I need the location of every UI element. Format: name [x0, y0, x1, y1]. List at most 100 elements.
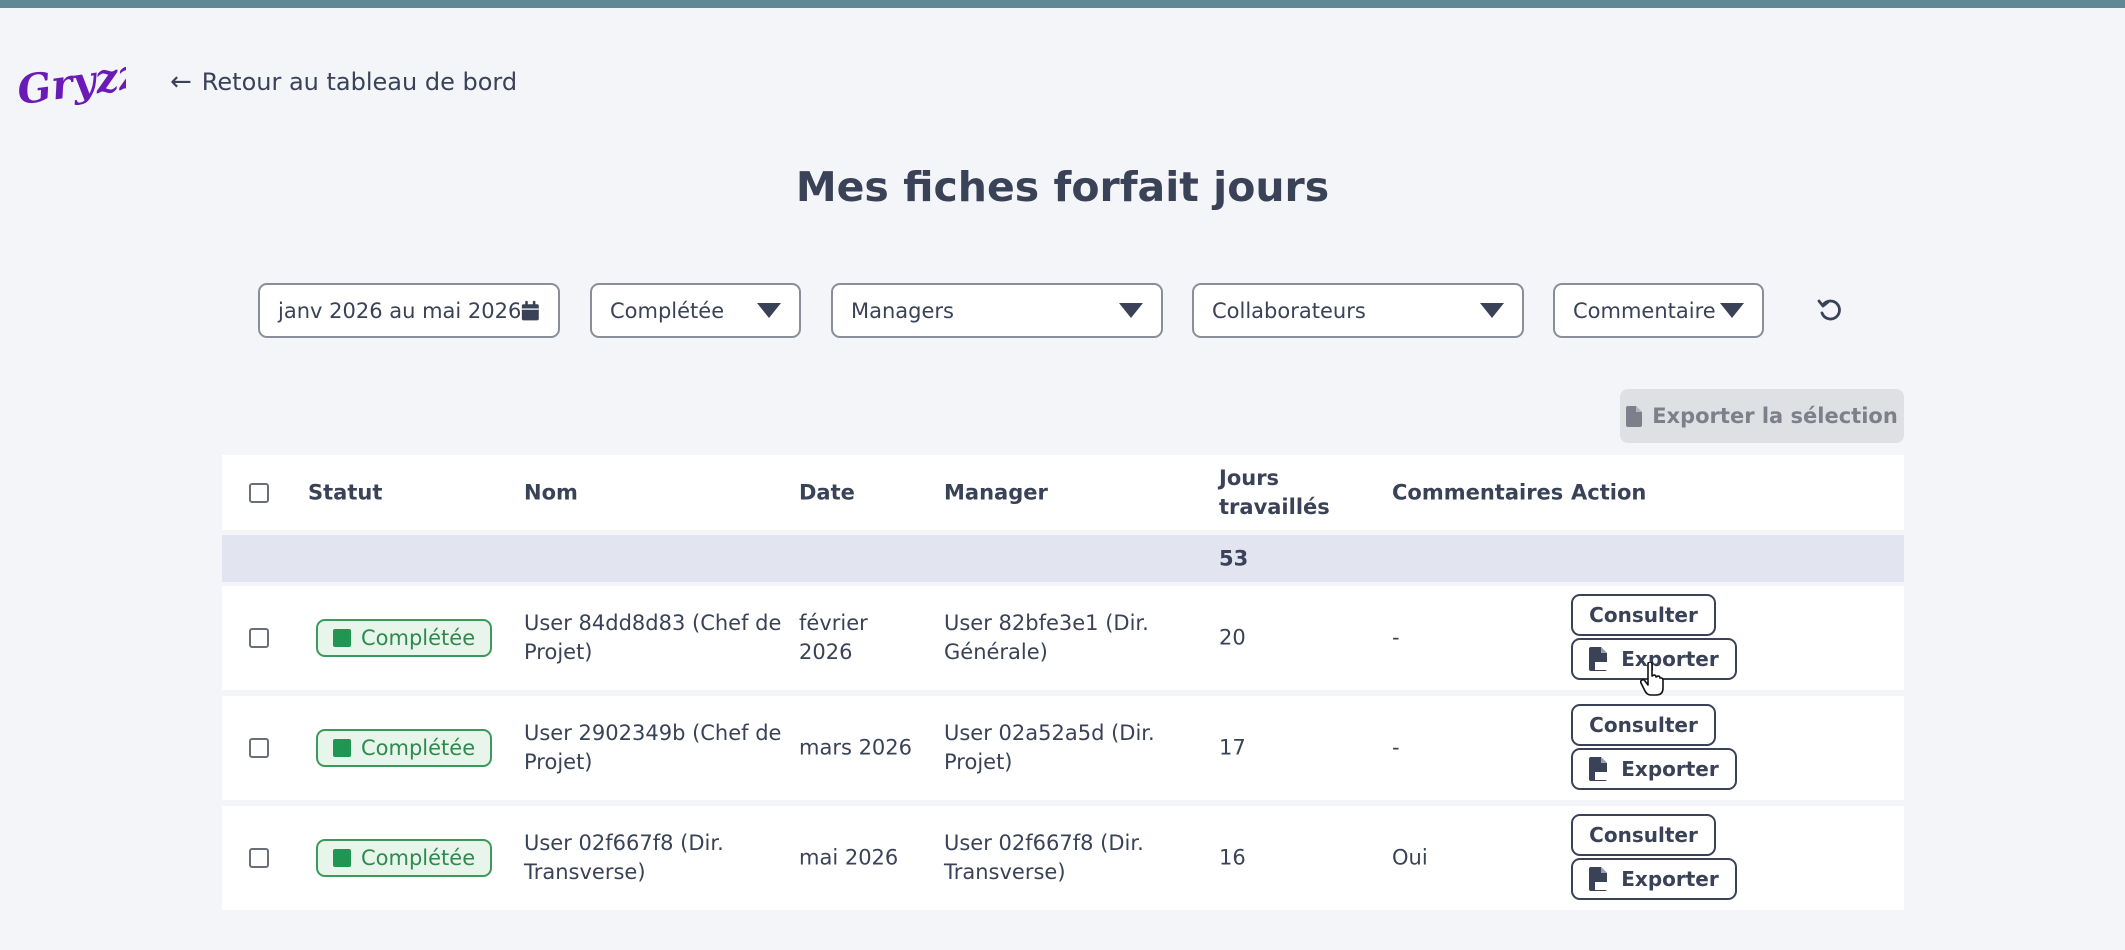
consult-label: Consulter — [1589, 603, 1698, 627]
row-days: 17 — [1219, 735, 1246, 760]
header-days-line2: travaillés — [1219, 494, 1330, 519]
header-status: Statut — [308, 480, 383, 504]
row-date-line1: mars 2026 — [799, 735, 913, 760]
managers-filter-select[interactable]: Managers — [831, 283, 1163, 338]
export-label: Exporter — [1621, 867, 1719, 891]
export-button[interactable]: Exporter — [1571, 858, 1737, 900]
status-badge-label: Complétée — [361, 626, 476, 650]
consult-button[interactable]: Consulter — [1571, 814, 1716, 856]
row-checkbox[interactable] — [249, 848, 269, 868]
row-days: 16 — [1219, 845, 1246, 870]
header-date: Date — [799, 480, 855, 504]
table-header-row: Statut Nom Date Manager Jours travaillés… — [222, 455, 1904, 530]
status-filter-value: Complétée — [610, 298, 725, 323]
file-icon — [1626, 405, 1643, 427]
status-filter-select[interactable]: Complétée — [590, 283, 801, 338]
header-name: Nom — [524, 480, 578, 504]
row-name-line2: Projet) — [524, 640, 593, 664]
export-selection-button[interactable]: Exporter la sélection — [1620, 389, 1904, 443]
row-name-line2: Transverse) — [524, 860, 646, 884]
total-days-value: 53 — [1219, 546, 1249, 570]
logo-text: Gryzzly — [14, 50, 126, 114]
status-badge-label: Complétée — [361, 846, 476, 870]
export-label: Exporter — [1621, 647, 1719, 671]
row-name: User 2902349b (Chef de Projet) — [524, 719, 781, 777]
date-range-picker[interactable]: janv 2026 au mai 2026 — [258, 283, 560, 338]
status-badge: Complétée — [316, 839, 493, 877]
row-comment: - — [1392, 625, 1400, 650]
row-date-line2: 2026 — [799, 640, 853, 664]
pdf-file-icon — [1589, 757, 1610, 781]
row-name: User 02f667f8 (Dir. Transverse) — [524, 829, 724, 887]
chevron-down-icon — [1119, 303, 1143, 318]
gryzzly-logo: Gryzzly — [14, 50, 126, 114]
row-date: février 2026 — [799, 609, 868, 667]
status-square-icon — [333, 849, 351, 867]
row-comment: - — [1392, 735, 1400, 760]
managers-filter-value: Managers — [851, 298, 954, 323]
pdf-file-icon — [1589, 867, 1610, 891]
row-name-line1: User 84dd8d83 (Chef de — [524, 611, 782, 635]
export-button[interactable]: Exporter — [1571, 748, 1737, 790]
consult-button[interactable]: Consulter — [1571, 594, 1716, 636]
row-checkbox[interactable] — [249, 738, 269, 758]
export-selection-label: Exporter la sélection — [1652, 404, 1898, 428]
top-accent-bar — [0, 0, 2125, 8]
collaborators-filter-value: Collaborateurs — [1212, 298, 1366, 323]
chevron-down-icon — [757, 303, 781, 318]
reset-icon[interactable] — [1815, 295, 1845, 325]
chevron-down-icon — [1720, 303, 1744, 318]
pdf-file-icon — [1589, 647, 1610, 671]
date-range-value: janv 2026 au mai 2026 — [278, 298, 522, 323]
table-row: Complétée User 84dd8d83 (Chef de Projet)… — [222, 586, 1904, 690]
export-button[interactable]: Exporter — [1571, 638, 1737, 680]
row-manager: User 02a52a5d (Dir. Projet) — [944, 719, 1155, 777]
comment-filter-select[interactable]: Commentaire — [1553, 283, 1764, 338]
row-name-line1: User 2902349b (Chef de — [524, 721, 782, 745]
table-row: Complétée User 02f667f8 (Dir. Transverse… — [222, 806, 1904, 910]
consult-label: Consulter — [1589, 823, 1698, 847]
collaborators-filter-select[interactable]: Collaborateurs — [1192, 283, 1524, 338]
header-days-worked: Jours travaillés — [1219, 464, 1330, 522]
row-manager-line2: Générale) — [944, 640, 1048, 664]
calendar-icon — [522, 300, 540, 320]
header-comments: Commentaires — [1392, 480, 1564, 504]
back-link-label: Retour au tableau de bord — [201, 68, 518, 96]
arrow-left-icon: ← — [170, 67, 192, 97]
row-date-line1: février — [799, 611, 868, 635]
row-date-line1: mai 2026 — [799, 845, 899, 870]
table-row: Complétée User 2902349b (Chef de Projet)… — [222, 696, 1904, 800]
row-date: mai 2026 — [799, 844, 898, 873]
header-days-line1: Jours — [1219, 465, 1280, 490]
row-manager-line1: User 02a52a5d (Dir. — [944, 721, 1155, 745]
row-manager: User 82bfe3e1 (Dir. Générale) — [944, 609, 1149, 667]
header-manager: Manager — [944, 480, 1048, 504]
status-square-icon — [333, 629, 351, 647]
page-title: Mes fiches forfait jours — [795, 163, 1330, 211]
row-date: mars 2026 — [799, 734, 912, 763]
row-manager: User 02f667f8 (Dir. Transverse) — [944, 829, 1144, 887]
row-manager-line1: User 82bfe3e1 (Dir. — [944, 611, 1149, 635]
row-name-line2: Projet) — [524, 750, 593, 774]
status-badge-label: Complétée — [361, 736, 476, 760]
total-row: 53 — [222, 535, 1904, 582]
consult-button[interactable]: Consulter — [1571, 704, 1716, 746]
back-to-dashboard-link[interactable]: ← Retour au tableau de bord — [170, 68, 517, 96]
row-manager-line2: Transverse) — [944, 860, 1066, 884]
header-action: Action — [1571, 480, 1647, 504]
status-square-icon — [333, 739, 351, 757]
consult-label: Consulter — [1589, 713, 1698, 737]
row-name: User 84dd8d83 (Chef de Projet) — [524, 609, 781, 667]
status-badge: Complétée — [316, 619, 493, 657]
row-checkbox[interactable] — [249, 628, 269, 648]
row-name-line1: User 02f667f8 (Dir. — [524, 831, 724, 855]
comment-filter-value: Commentaire — [1573, 298, 1716, 323]
export-label: Exporter — [1621, 757, 1719, 781]
row-manager-line2: Projet) — [944, 750, 1013, 774]
row-days: 20 — [1219, 625, 1246, 650]
status-badge: Complétée — [316, 729, 493, 767]
row-manager-line1: User 02f667f8 (Dir. — [944, 831, 1144, 855]
chevron-down-icon — [1480, 303, 1504, 318]
row-comment: Oui — [1392, 845, 1428, 870]
select-all-checkbox[interactable] — [249, 482, 269, 503]
